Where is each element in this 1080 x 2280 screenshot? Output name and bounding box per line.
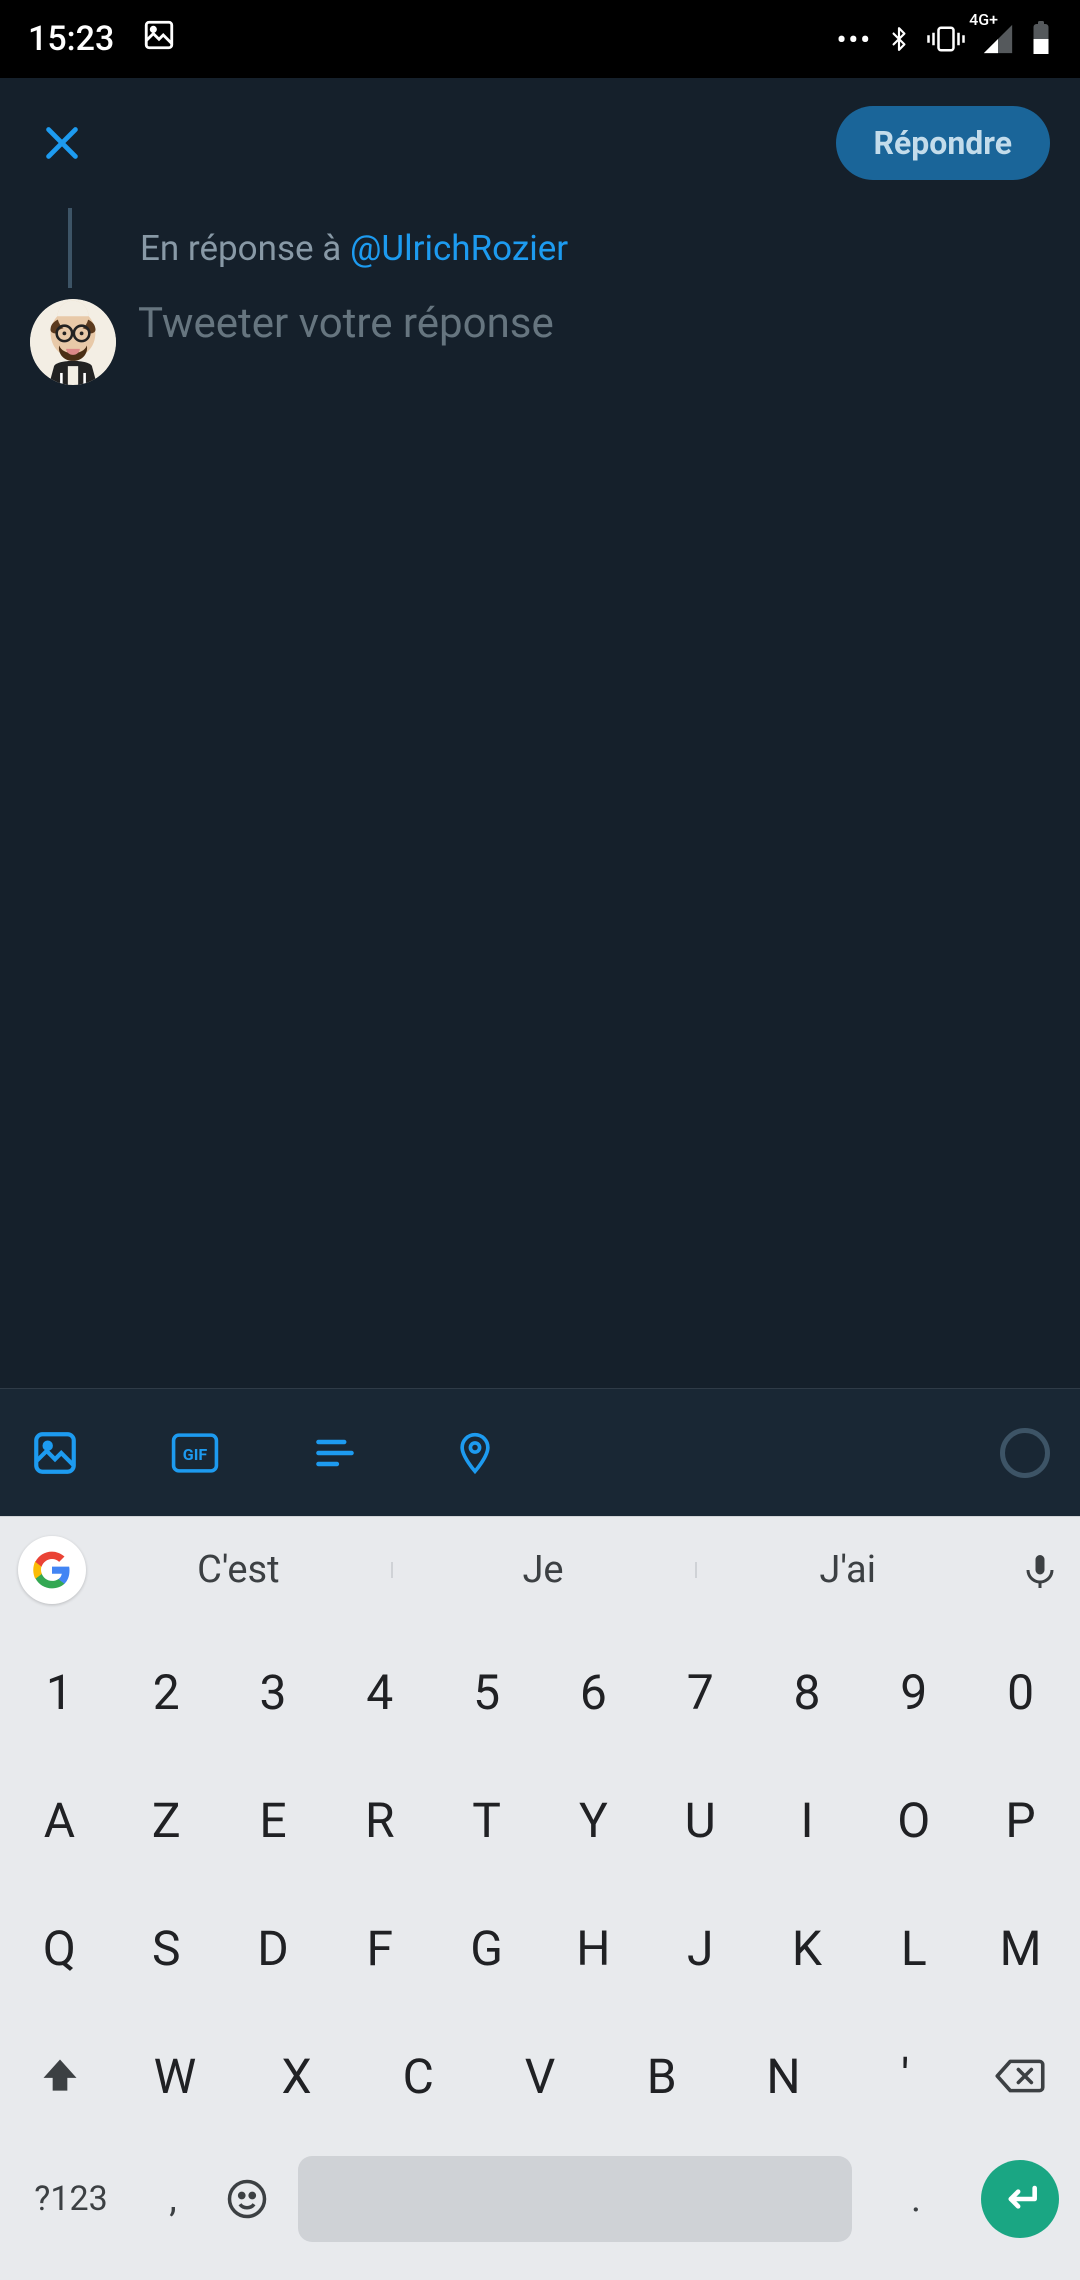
location-icon[interactable] xyxy=(450,1428,500,1478)
close-button[interactable] xyxy=(30,111,94,175)
key-g[interactable]: G xyxy=(433,1888,540,2008)
shift-key[interactable] xyxy=(6,2016,114,2136)
thread-line xyxy=(68,208,72,288)
reply-to-prefix: En réponse à xyxy=(140,228,350,269)
reply-to-mention[interactable]: @UlrichRozier xyxy=(350,228,568,269)
key-apos[interactable]: ' xyxy=(844,2016,966,2136)
key-r[interactable]: R xyxy=(326,1760,433,1880)
key-z[interactable]: Z xyxy=(113,1760,220,1880)
key-5[interactable]: 5 xyxy=(433,1632,540,1752)
key-y[interactable]: Y xyxy=(540,1760,647,1880)
key-1[interactable]: 1 xyxy=(6,1632,113,1752)
key-l[interactable]: L xyxy=(860,1888,967,2008)
key-j[interactable]: J xyxy=(647,1888,754,2008)
svg-text:GIF: GIF xyxy=(183,1445,208,1464)
compose-area: En réponse à @UlrichRozier xyxy=(0,208,1080,1388)
image-icon[interactable] xyxy=(30,1428,80,1478)
key-k[interactable]: K xyxy=(754,1888,861,2008)
mic-icon[interactable] xyxy=(1000,1548,1080,1592)
battery-icon xyxy=(1030,21,1052,57)
key-row-bottom: ?123 , . xyxy=(6,2144,1074,2254)
key-q[interactable]: Q xyxy=(6,1888,113,2008)
key-0[interactable]: 0 xyxy=(967,1632,1074,1752)
compose-toolbar: GIF xyxy=(0,1388,1080,1516)
key-v[interactable]: V xyxy=(479,2016,601,2136)
emoji-key[interactable] xyxy=(210,2144,284,2254)
vibrate-icon xyxy=(926,22,966,56)
suggestion-2[interactable]: Je xyxy=(391,1548,696,1592)
reply-button[interactable]: Répondre xyxy=(836,106,1051,180)
keyboard: 1 2 3 4 5 6 7 8 9 0 A Z E R T Y U I O P … xyxy=(0,1622,1080,2280)
key-i[interactable]: I xyxy=(754,1760,861,1880)
key-row-1: A Z E R T Y U I O P xyxy=(6,1760,1074,1880)
keyboard-suggestion-bar: C'est Je J'ai xyxy=(0,1516,1080,1622)
key-d[interactable]: D xyxy=(220,1888,327,2008)
enter-key[interactable] xyxy=(966,2144,1074,2254)
reply-to-row: En réponse à @UlrichRozier xyxy=(30,208,1050,269)
status-time: 15:23 xyxy=(28,19,114,59)
period-key[interactable]: . xyxy=(866,2144,966,2254)
key-row-num: 1 2 3 4 5 6 7 8 9 0 xyxy=(6,1632,1074,1752)
key-x[interactable]: X xyxy=(236,2016,358,2136)
key-row-2: Q S D F G H J K L M xyxy=(6,1888,1074,2008)
key-o[interactable]: O xyxy=(860,1760,967,1880)
symbols-key[interactable]: ?123 xyxy=(6,2144,136,2254)
status-bar: 15:23 ••• 4G+ xyxy=(0,0,1080,78)
key-8[interactable]: 8 xyxy=(754,1632,861,1752)
screenshot-icon xyxy=(142,18,176,61)
comma-key[interactable]: , xyxy=(136,2144,210,2254)
poll-icon[interactable] xyxy=(310,1428,360,1478)
key-3[interactable]: 3 xyxy=(220,1632,327,1752)
suggestion-1[interactable]: C'est xyxy=(86,1548,391,1592)
app-header: Répondre xyxy=(0,78,1080,208)
key-f[interactable]: F xyxy=(326,1888,433,2008)
key-7[interactable]: 7 xyxy=(647,1632,754,1752)
char-counter xyxy=(1000,1428,1050,1478)
key-row-3: W X C V B N ' xyxy=(6,2016,1074,2136)
network-icon: 4G+ xyxy=(980,22,1016,56)
key-2[interactable]: 2 xyxy=(113,1632,220,1752)
key-p[interactable]: P xyxy=(967,1760,1074,1880)
key-e[interactable]: E xyxy=(220,1760,327,1880)
avatar[interactable] xyxy=(30,299,116,385)
key-9[interactable]: 9 xyxy=(860,1632,967,1752)
suggestion-3[interactable]: J'ai xyxy=(695,1548,1000,1592)
key-w[interactable]: W xyxy=(114,2016,236,2136)
key-s[interactable]: S xyxy=(113,1888,220,2008)
backspace-key[interactable] xyxy=(966,2016,1074,2136)
key-m[interactable]: M xyxy=(967,1888,1074,2008)
key-b[interactable]: B xyxy=(601,2016,723,2136)
key-u[interactable]: U xyxy=(647,1760,754,1880)
google-icon[interactable] xyxy=(18,1536,86,1604)
key-c[interactable]: C xyxy=(357,2016,479,2136)
key-6[interactable]: 6 xyxy=(540,1632,647,1752)
space-key[interactable] xyxy=(298,2156,852,2242)
key-t[interactable]: T xyxy=(433,1760,540,1880)
compose-input[interactable]: Tweeter votre réponse xyxy=(138,299,554,348)
gif-icon[interactable]: GIF xyxy=(170,1428,220,1478)
key-4[interactable]: 4 xyxy=(326,1632,433,1752)
bluetooth-icon xyxy=(886,22,912,56)
key-n[interactable]: N xyxy=(723,2016,845,2136)
more-icon: ••• xyxy=(837,23,872,56)
key-h[interactable]: H xyxy=(540,1888,647,2008)
key-a[interactable]: A xyxy=(6,1760,113,1880)
